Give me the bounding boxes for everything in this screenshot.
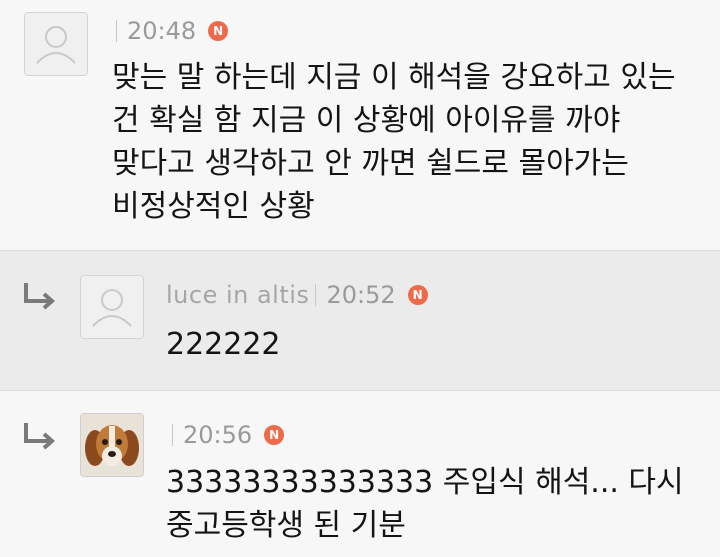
comment-meta: 20:56 N	[166, 421, 285, 449]
comment-text: 222222	[166, 327, 281, 362]
meta-divider	[315, 284, 317, 306]
user-avatar[interactable]	[24, 12, 88, 76]
reply-comment-item: luce in altis 20:52 N 222222	[0, 250, 720, 391]
author-name[interactable]: luce in altis	[166, 281, 309, 309]
default-user-icon	[81, 276, 143, 338]
puppy-photo	[81, 414, 143, 476]
comment-text: 맞는 말 하는데 지금 이 해석을 강요하고 있는 건 확실 함 지금 이 상황…	[112, 60, 676, 224]
new-badge: N	[208, 21, 229, 41]
comment-time: 20:56	[183, 421, 253, 449]
meta-divider	[116, 20, 117, 42]
user-avatar[interactable]	[80, 275, 144, 339]
reply-comment-item: 20:56 N 33333333333333 주입식 해석... 다시 중고등학…	[0, 390, 720, 557]
comment-time: 20:48	[127, 17, 197, 45]
new-badge: N	[407, 285, 428, 305]
puppy-avatar[interactable]	[80, 413, 144, 477]
comment-meta: luce in altis 20:52 N	[166, 281, 428, 309]
default-user-icon	[25, 13, 87, 75]
new-badge: N	[264, 425, 285, 445]
comment-meta: 20:48 N	[110, 17, 229, 45]
comment-time: 20:52	[326, 281, 396, 309]
comment-item: 20:48 N 맞는 말 하는데 지금 이 해석을 강요하고 있는 건 확실 함…	[0, 0, 720, 250]
reply-arrow-icon	[24, 283, 56, 310]
comment-text: 33333333333333 주입식 해석... 다시 중고등학생 된 기분	[166, 465, 684, 543]
meta-divider	[172, 424, 173, 446]
reply-arrow-icon	[24, 423, 56, 450]
